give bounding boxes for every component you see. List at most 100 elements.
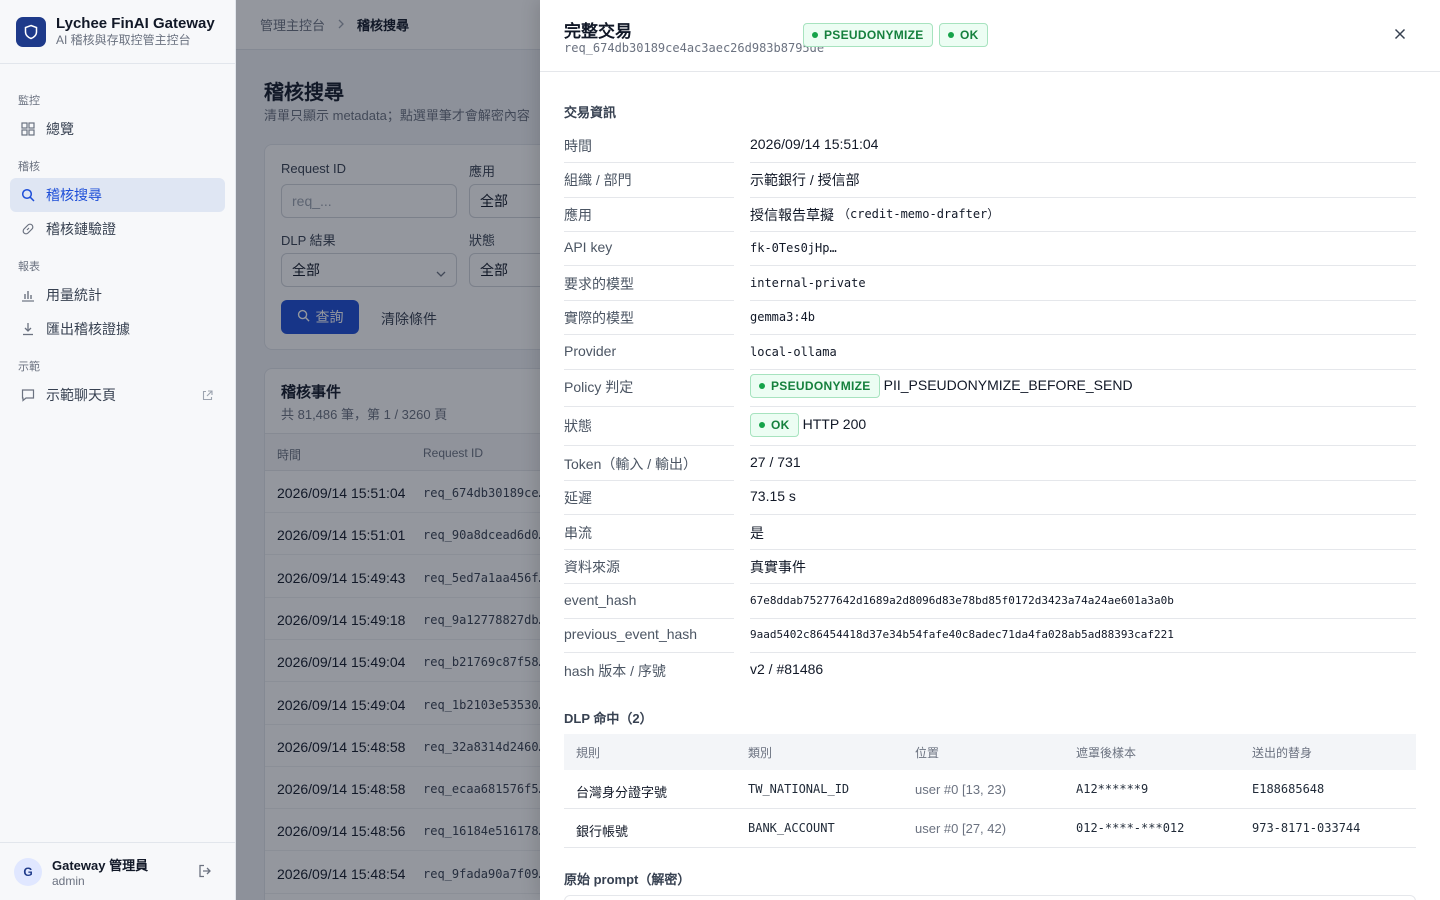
nav-section-monitor: 監控: [18, 95, 40, 107]
sidebar-item-chain-verify[interactable]: 稽核鏈驗證: [10, 212, 225, 246]
dlp-cell-category: BANK_ACCOUNT: [748, 821, 835, 835]
bar-chart-icon: [20, 287, 36, 303]
dlp-cell-substitute: 973-8171-033744: [1252, 821, 1361, 835]
download-icon: [20, 321, 36, 337]
drawer-request-id: req_674db30189ce4ac3aec26d983b8795de: [564, 41, 825, 55]
brand-title: Lychee FinAI Gateway: [56, 15, 215, 32]
field-label-time: 時間: [564, 136, 734, 163]
sidebar-item-label: 示範聊天頁: [46, 387, 116, 403]
sidebar-item-label: 用量統計: [46, 287, 102, 303]
shield-icon: [16, 16, 46, 47]
dlp-table-header: 規則 類別 位置 遮罩後樣本 送出的替身: [564, 734, 1416, 770]
field-value-policy: PSEUDONYMIZE PII_PSEUDONYMIZE_BEFORE_SEN…: [750, 374, 1416, 407]
user-role: admin: [52, 874, 85, 888]
dlp-column-position: 位置: [915, 746, 940, 760]
field-value-hash-version: v2 / #81486: [750, 661, 824, 677]
original-prompt-box: [564, 895, 1416, 900]
field-label-app: 應用: [564, 205, 734, 232]
close-icon[interactable]: [1394, 27, 1406, 43]
status-http-text: HTTP 200: [802, 416, 867, 432]
field-value-stream: 是: [750, 523, 1416, 550]
field-label-requested-model: 要求的模型: [564, 274, 734, 301]
field-value-provider: local-ollama: [750, 343, 1416, 370]
dlp-cell-masked: A12******9: [1076, 782, 1149, 796]
drawer-header: 完整交易 req_674db30189ce4ac3aec26d983b8795d…: [540, 0, 1440, 72]
dlp-cell-rule: 銀行帳號: [576, 824, 629, 839]
avatar: G: [14, 857, 42, 886]
field-label-latency: 延遲: [564, 488, 734, 515]
logout-icon[interactable]: [198, 864, 212, 881]
field-label-org: 組織 / 部門: [564, 170, 734, 198]
sidebar-item-label: 總覽: [46, 121, 74, 137]
field-value-api-key: fk-0Tes0jHp…: [750, 239, 1416, 266]
field-value-latency: 73.15 s: [750, 488, 1416, 515]
sidebar-item-label: 稽核搜尋: [46, 187, 102, 203]
dlp-table: 規則 類別 位置 遮罩後樣本 送出的替身 台灣身分證字號 TW_NATIONAL_…: [564, 734, 1416, 848]
dlp-cell-position: user #0 [27, 42): [915, 821, 1007, 836]
brand-subtitle: AI 稽核與存取控管主控台: [56, 33, 191, 47]
transaction-drawer: 完整交易 req_674db30189ce4ac3aec26d983b8795d…: [540, 0, 1440, 900]
sidebar-item-label: 稽核鏈驗證: [46, 221, 116, 237]
dlp-column-substitute: 送出的替身: [1252, 746, 1313, 760]
grid-icon: [20, 121, 36, 137]
policy-decision-badge: PSEUDONYMIZE: [750, 374, 880, 398]
field-value-source: 真實事件: [750, 557, 1416, 584]
policy-decision-text: PII_PSEUDONYMIZE_BEFORE_SEND: [883, 377, 1133, 393]
sidebar-item-audit-search[interactable]: 稽核搜尋: [10, 178, 225, 212]
app-code: （credit-memo-drafter）: [838, 207, 1000, 221]
field-value-actual-model: gemma3:4b: [750, 308, 1416, 335]
dlp-cell-rule: 台灣身分證字號: [576, 785, 668, 800]
field-label-tokens: Token（輸入 / 輸出）: [564, 454, 734, 481]
sidebar-item-label: 匯出稽核證據: [46, 321, 130, 337]
field-label-hash-version: hash 版本 / 序號: [564, 663, 666, 679]
field-label-source: 資料來源: [564, 557, 734, 584]
field-value-time: 2026/09/14 15:51:04: [750, 136, 1416, 163]
nav-section-demo: 示範: [18, 361, 40, 373]
dlp-table-body: 台灣身分證字號 TW_NATIONAL_ID user #0 [13, 23) A12…: [564, 770, 1416, 848]
sidebar-item-overview[interactable]: 總覽: [10, 112, 225, 146]
dlp-row: 台灣身分證字號 TW_NATIONAL_ID user #0 [13, 23) A12…: [564, 770, 1416, 809]
brand: Lychee FinAI Gateway AI 稽核與存取控管主控台: [0, 0, 235, 64]
field-label-api-key: API key: [564, 239, 734, 266]
policy-badge: PSEUDONYMIZE: [803, 23, 933, 47]
field-value-tokens: 27 / 731: [750, 454, 1416, 481]
dlp-cell-position: user #0 [13, 23): [915, 782, 1007, 797]
nav-section-audit: 稽核: [18, 161, 40, 173]
field-value-org: 示範銀行 / 授信部: [750, 170, 1416, 198]
chat-icon: [20, 387, 36, 403]
dlp-cell-category: TW_NATIONAL_ID: [748, 782, 850, 796]
search-icon: [20, 187, 36, 203]
sidebar-nav: 監控 總覽 稽核 稽核搜尋 稽核鏈驗證 報表 用量統計 匯出稽核證據 示範 示範…: [0, 64, 235, 412]
link-icon: [20, 221, 36, 237]
user-name: Gateway 管理員: [52, 858, 149, 873]
sidebar-item-demo-chat[interactable]: 示範聊天頁: [10, 378, 225, 412]
external-link-icon: [202, 388, 213, 404]
dlp-column-masked: 遮罩後樣本: [1076, 746, 1137, 760]
field-label-actual-model: 實際的模型: [564, 308, 734, 335]
dlp-cell-substitute: E188685648: [1252, 782, 1325, 796]
field-value-status: OK HTTP 200: [750, 413, 1416, 446]
field-value-requested-model: internal-private: [750, 274, 1416, 301]
field-label-event-hash: event_hash: [564, 592, 734, 619]
sidebar-item-usage-stats[interactable]: 用量統計: [10, 278, 225, 312]
field-label-policy: Policy 判定: [564, 377, 734, 407]
field-label-stream: 串流: [564, 523, 734, 550]
user-box: G Gateway 管理員 admin: [0, 842, 236, 900]
section-transaction-info: 交易資訊: [564, 105, 617, 120]
field-value-previous-hash: 9aad5402c86454418d37e34b54fafe40c8adec71…: [750, 626, 1416, 653]
field-value-event-hash: 67e8ddab75277642d1689a2d8096d83e78bd85f0…: [750, 592, 1416, 619]
dlp-row: 銀行帳號 BANK_ACCOUNT user #0 [27, 42) 012-****…: [564, 809, 1416, 848]
dlp-column-rule: 規則: [576, 746, 601, 760]
status-ok-badge: OK: [750, 413, 799, 437]
dlp-column-category: 類別: [748, 746, 773, 760]
nav-section-reports: 報表: [18, 261, 40, 273]
section-dlp-hits: DLP 命中（2）: [564, 711, 653, 726]
field-label-provider: Provider: [564, 343, 734, 370]
section-original-prompt: 原始 prompt（解密）: [564, 872, 691, 887]
drawer-title: 完整交易: [564, 22, 632, 41]
status-badge: OK: [939, 23, 988, 47]
sidebar-item-export-evidence[interactable]: 匯出稽核證據: [10, 312, 225, 346]
sidebar: Lychee FinAI Gateway AI 稽核與存取控管主控台 監控 總覽…: [0, 0, 236, 900]
field-value-app: 授信報告草擬 （credit-memo-drafter）: [750, 205, 1416, 232]
dlp-cell-masked: 012-****-***012: [1076, 821, 1185, 835]
